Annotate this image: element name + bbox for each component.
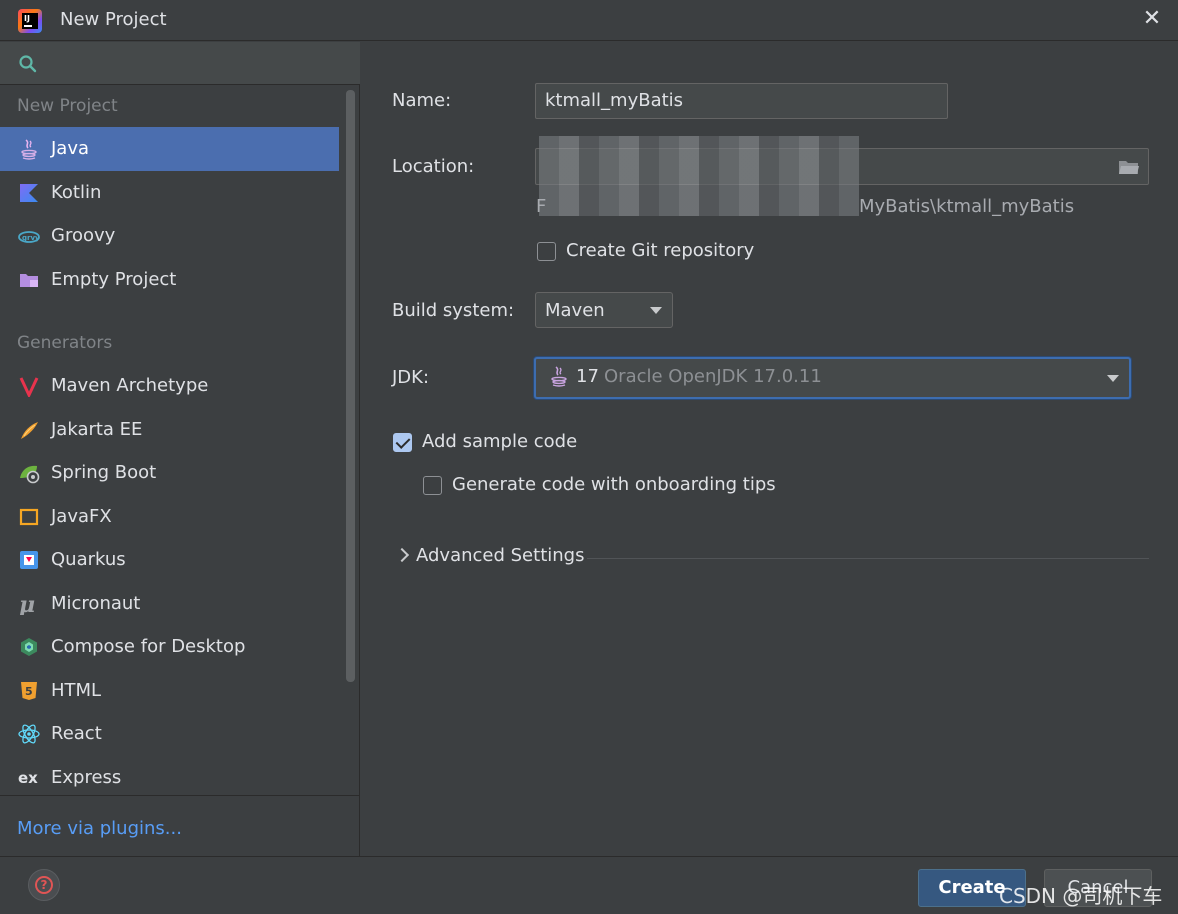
sidebar-item-label: React	[51, 723, 102, 744]
help-button[interactable]: ?	[28, 869, 60, 901]
sidebar: New Project Java Kotlin grvy Groovy Empt…	[0, 42, 360, 856]
create-git-checkbox[interactable]	[537, 242, 556, 261]
sidebar-item-jakarta-ee[interactable]: Jakarta EE	[0, 408, 339, 452]
help-icon: ?	[35, 876, 53, 894]
sidebar-item-empty-project[interactable]: Empty Project	[0, 258, 339, 302]
window-title: New Project	[60, 9, 167, 30]
sidebar-item-quarkus[interactable]: Quarkus	[0, 538, 339, 582]
sidebar-item-react[interactable]: React	[0, 712, 339, 756]
maven-icon	[19, 377, 39, 397]
spring-boot-icon	[20, 465, 40, 484]
sidebar-item-label: Quarkus	[51, 549, 126, 570]
add-sample-code-checkbox[interactable]	[393, 433, 412, 452]
jdk-version: 17	[576, 366, 599, 387]
groovy-icon: grvy	[18, 231, 40, 243]
intellij-logo-icon: IJ	[18, 9, 42, 33]
chevron-down-icon	[1107, 375, 1119, 382]
sidebar-item-label: Maven Archetype	[51, 375, 209, 396]
add-sample-code-label[interactable]: Add sample code	[422, 431, 577, 452]
svg-text:grvy: grvy	[22, 234, 40, 242]
onboarding-tips-checkbox[interactable]	[423, 476, 442, 495]
location-label: Location:	[392, 156, 475, 177]
sidebar-scrollbar[interactable]	[346, 90, 355, 682]
html-icon: 5	[21, 682, 37, 700]
location-hint-suffix: MyBatis\ktmall_myBatis	[859, 196, 1075, 217]
jdk-select[interactable]: 17 Oracle OpenJDK 17.0.11	[534, 357, 1131, 399]
folder-icon[interactable]	[1118, 158, 1140, 176]
chevron-down-icon	[650, 307, 662, 314]
sidebar-item-java[interactable]: Java	[0, 127, 339, 171]
build-system-select[interactable]: Maven	[535, 292, 673, 328]
jakarta-ee-icon	[21, 422, 38, 439]
sidebar-item-spring-boot[interactable]: Spring Boot	[0, 451, 339, 495]
sidebar-item-label: Java	[51, 138, 90, 159]
express-icon: ex	[18, 769, 38, 787]
advanced-settings-divider	[587, 558, 1149, 559]
svg-text:μ: μ	[19, 593, 35, 615]
svg-text:ex: ex	[18, 769, 38, 787]
react-icon	[18, 724, 40, 744]
more-via-plugins-link[interactable]: More via plugins...	[17, 818, 182, 839]
sidebar-item-label: Groovy	[51, 225, 116, 246]
section-header-new-project: New Project	[17, 96, 118, 116]
project-form: Name: ktmall_myBatis Location: F MyBatis…	[361, 42, 1178, 856]
sidebar-item-express[interactable]: ex Express	[0, 756, 339, 800]
sidebar-item-label: Empty Project	[51, 269, 177, 290]
sidebar-item-label: Spring Boot	[51, 462, 157, 483]
onboarding-tips-label[interactable]: Generate code with onboarding tips	[452, 474, 776, 495]
location-hint-prefix: F	[536, 196, 547, 217]
jdk-name: Oracle OpenJDK 17.0.11	[604, 366, 822, 387]
java-icon	[21, 139, 37, 160]
create-git-label[interactable]: Create Git repository	[566, 240, 754, 261]
jdk-label: JDK:	[392, 367, 430, 388]
empty-project-icon	[20, 274, 38, 287]
sidebar-item-groovy[interactable]: grvy Groovy	[0, 214, 339, 258]
javafx-icon	[19, 508, 39, 526]
build-system-value: Maven	[545, 300, 605, 321]
sidebar-item-html[interactable]: 5 HTML	[0, 669, 339, 713]
sidebar-item-micronaut[interactable]: μ Micronaut	[0, 582, 339, 626]
section-header-generators: Generators	[17, 333, 113, 353]
sidebar-item-javafx[interactable]: JavaFX	[0, 495, 339, 539]
sidebar-item-label: JavaFX	[51, 506, 112, 527]
java-icon	[551, 366, 567, 387]
sidebar-item-maven-archetype[interactable]: Maven Archetype	[0, 364, 339, 408]
sidebar-item-label: Jakarta EE	[51, 419, 143, 440]
close-button[interactable]: ✕	[1140, 7, 1164, 31]
micronaut-icon: μ	[19, 593, 35, 615]
sidebar-item-compose-for-desktop[interactable]: Compose for Desktop	[0, 625, 339, 669]
sidebar-item-label: HTML	[51, 680, 102, 701]
sidebar-item-label: Micronaut	[51, 593, 141, 614]
sidebar-item-label: Compose for Desktop	[51, 636, 246, 657]
sidebar-item-kotlin[interactable]: Kotlin	[0, 171, 339, 215]
title-bar: IJ New Project ✕	[0, 0, 1178, 41]
name-label: Name:	[392, 90, 452, 111]
name-input[interactable]: ktmall_myBatis	[535, 83, 948, 119]
sidebar-search[interactable]	[0, 42, 360, 85]
kotlin-icon	[20, 184, 38, 202]
sidebar-item-label: Kotlin	[51, 182, 102, 203]
compose-icon	[21, 638, 37, 656]
advanced-settings-toggle[interactable]: Advanced Settings	[416, 545, 584, 566]
build-system-label: Build system:	[392, 300, 515, 321]
search-icon	[19, 55, 37, 73]
redacted-location	[539, 136, 859, 216]
chevron-right-icon[interactable]	[394, 547, 410, 563]
sidebar-item-label: Express	[51, 767, 122, 788]
svg-text:5: 5	[25, 685, 33, 698]
quarkus-icon	[20, 551, 38, 569]
watermark: CSDN @司机下车	[999, 884, 1163, 908]
sidebar-footer: More via plugins...	[0, 795, 360, 856]
